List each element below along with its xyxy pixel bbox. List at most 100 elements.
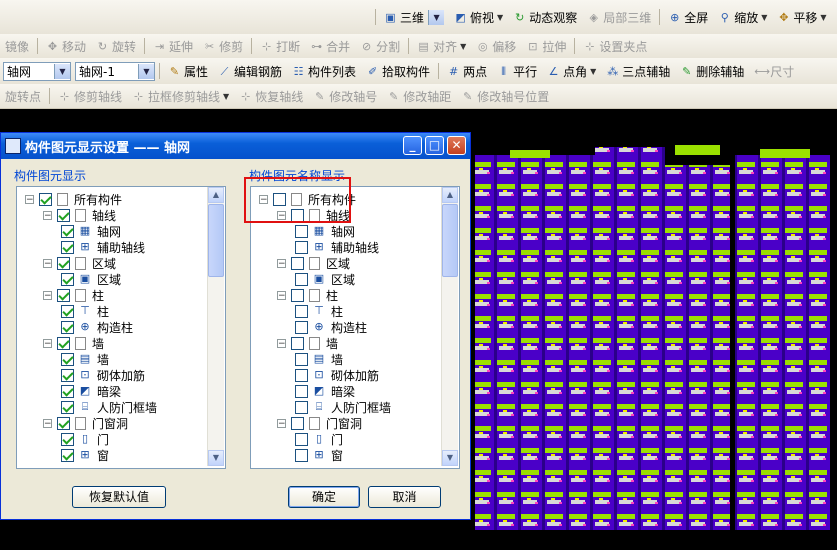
display-tree-node[interactable]: ⊤ 柱 [61,303,109,319]
checkbox[interactable] [295,240,308,254]
checkbox[interactable] [61,448,74,462]
name-display-tree-node[interactable]: ⊞ 窗 [295,447,343,463]
display-tree-node[interactable]: ▤ 墙 [61,351,109,367]
merge-button[interactable]: ⊶ 合并 [305,36,355,56]
restore-defaults-button[interactable]: 恢复默认值 [72,486,166,508]
name-display-tree-node[interactable]: ⌸ 人防门框墙 [295,399,391,415]
checkbox[interactable] [295,400,308,414]
checkbox[interactable] [295,368,308,382]
extend-button[interactable]: ⇥ 延伸 [148,36,198,56]
name-display-tree-node[interactable]: ⊡ 砌体加筋 [295,367,379,383]
collapse-toggle-icon[interactable]: − [43,258,52,268]
name-display-tree-node[interactable]: ⊕ 构造柱 [295,319,367,335]
chevron-down-icon[interactable]: ▼ [460,42,466,51]
display-tree-node[interactable]: − 轴线 [43,207,116,223]
align-button[interactable]: ▤ 对齐 ▼ [412,36,471,56]
display-tree-node[interactable]: − 墙 [43,335,104,351]
cancel-button[interactable]: 取消 [368,486,441,508]
stretch-button[interactable]: ⊡ 拉伸 [521,36,571,56]
collapse-toggle-icon[interactable]: − [277,338,286,348]
checkbox[interactable] [39,192,52,206]
break-button[interactable]: ⊹ 打断 [255,36,305,56]
mirror-button[interactable]: 镜像 [0,36,34,56]
collapse-toggle-icon[interactable]: − [43,418,52,428]
split-button[interactable]: ⊘ 分割 [355,36,405,56]
ok-button[interactable]: 确定 [288,486,360,508]
collapse-toggle-icon[interactable]: − [25,194,34,204]
pan-button[interactable]: ✥ 平移 ▼ [772,7,831,27]
display-tree-node[interactable]: − 所有构件 [25,191,122,207]
display-tree-node[interactable]: ⊞ 窗 [61,447,109,463]
modify-axis-number-position-button[interactable]: ✎ 修改轴号位置 [456,86,554,106]
trim-axis-button[interactable]: ⊹ 修剪轴线 [53,86,127,106]
chevron-down-icon[interactable]: ▼ [820,13,826,22]
two-point-button[interactable]: # 两点 [442,61,492,81]
collapse-toggle-icon[interactable]: − [277,258,286,268]
display-tree[interactable]: ⊞ 窗 ▯ 门 − 门窗洞 ⌸ 人防门框墙 ◩ 暗梁 ⊡ 砌体加筋 ▤ 墙 − 墙 ⊕ 构造柱 ⊤ 柱 − 柱 ▣ 区域 − 区域… [16,186,226,469]
chevron-down-icon[interactable]: ▼ [590,67,596,76]
modify-axis-number-button[interactable]: ✎ 修改轴号 [308,86,382,106]
checkbox[interactable] [61,320,74,334]
checkbox[interactable] [61,352,74,366]
display-tree-node[interactable]: − 区域 [43,255,116,271]
name-display-tree-node[interactable]: − 区域 [277,255,350,271]
modify-axis-spacing-button[interactable]: ✎ 修改轴距 [382,86,456,106]
dialog-titlebar[interactable]: 构件图元显示设置 —— 轴网 _ □ ✕ [1,133,470,159]
display-tree-node[interactable]: ⊞ 辅助轴线 [61,239,145,255]
checkbox[interactable] [295,448,308,462]
checkbox[interactable] [295,304,308,318]
name-display-tree-node[interactable]: ▦ 轴网 [295,223,355,239]
component-list-button[interactable]: ☷ 构件列表 [287,61,361,81]
collapse-toggle-icon[interactable]: − [43,290,52,300]
chevron-down-icon[interactable]: ▼ [223,92,229,101]
checkbox[interactable] [57,416,70,430]
display-tree-node[interactable]: ▦ 轴网 [61,223,121,239]
delete-aux-axis-button[interactable]: ✎ 删除辅轴 [675,61,749,81]
edit-rebar-button[interactable]: ⟋ 编辑钢筋 [213,61,287,81]
display-tree-node[interactable]: ▯ 门 [61,431,109,447]
checkbox[interactable] [57,336,70,350]
zoom-button[interactable]: ⚲ 缩放 ▼ [713,7,772,27]
checkbox[interactable] [61,400,74,414]
checkbox[interactable] [61,368,74,382]
rotate-point-button[interactable]: 旋转点 [0,86,46,106]
name-display-tree-node[interactable]: ⊞ 辅助轴线 [295,239,379,255]
maximize-button[interactable]: □ [425,136,444,155]
move-button[interactable]: ✥ 移动 [41,36,91,56]
close-button[interactable]: ✕ [447,136,466,155]
dynamic-orbit-button[interactable]: ↻ 动态观察 [508,7,582,27]
display-tree-node[interactable]: − 门窗洞 [43,415,128,431]
name-display-tree-node[interactable]: ▤ 墙 [295,351,343,367]
checkbox[interactable] [57,288,70,302]
right-tree-scrollbar[interactable]: ▲ ▼ [441,187,458,466]
checkbox[interactable] [57,208,70,222]
box-trim-axis-button[interactable]: ⊹ 拉框修剪轴线 ▼ [127,86,234,106]
local-3d-button[interactable]: ◈ 局部三维 [582,7,656,27]
top-view-button[interactable]: ◩ 俯视 ▼ [449,7,508,27]
trim-button[interactable]: ✂ 修剪 [198,36,248,56]
checkbox[interactable] [295,224,308,238]
component-name-select[interactable]: 轴网-1 ▼ [75,61,155,81]
three-point-aux-axis-button[interactable]: ⁂ 三点辅轴 [601,61,675,81]
checkbox[interactable] [291,416,304,430]
chevron-down-icon[interactable]: ▼ [497,13,503,22]
checkbox[interactable] [61,272,74,286]
collapse-toggle-icon[interactable]: − [277,290,286,300]
rotate-button[interactable]: ↻ 旋转 [91,36,141,56]
chevron-down-icon[interactable]: ▼ [761,13,767,22]
name-display-tree-node[interactable]: ▣ 区域 [295,271,355,287]
checkbox[interactable] [295,320,308,334]
checkbox[interactable] [61,224,74,238]
checkbox[interactable] [295,352,308,366]
offset-button[interactable]: ◎ 偏移 [471,36,521,56]
display-tree-node[interactable]: ⊡ 砌体加筋 [61,367,145,383]
component-type-select[interactable]: 轴网 ▼ [3,61,71,81]
checkbox[interactable] [295,272,308,286]
scroll-up-arrow[interactable]: ▲ [208,187,224,203]
restore-axis-button[interactable]: ⊹ 恢复轴线 [234,86,308,106]
3d-view-button[interactable]: ▣ 三维 ▼ [379,7,449,27]
scroll-up-arrow[interactable]: ▲ [442,187,458,203]
parallel-button[interactable]: ⫴ 平行 [492,61,542,81]
name-display-tree[interactable]: ⊞ 窗 ▯ 门 − 门窗洞 ⌸ 人防门框墙 ◩ 暗梁 ⊡ 砌体加筋 ▤ 墙 − 墙 ⊕ 构造柱 ⊤ 柱 − 柱 ▣ 区域 − 区域… [250,186,460,469]
display-tree-node[interactable]: ⊕ 构造柱 [61,319,133,335]
